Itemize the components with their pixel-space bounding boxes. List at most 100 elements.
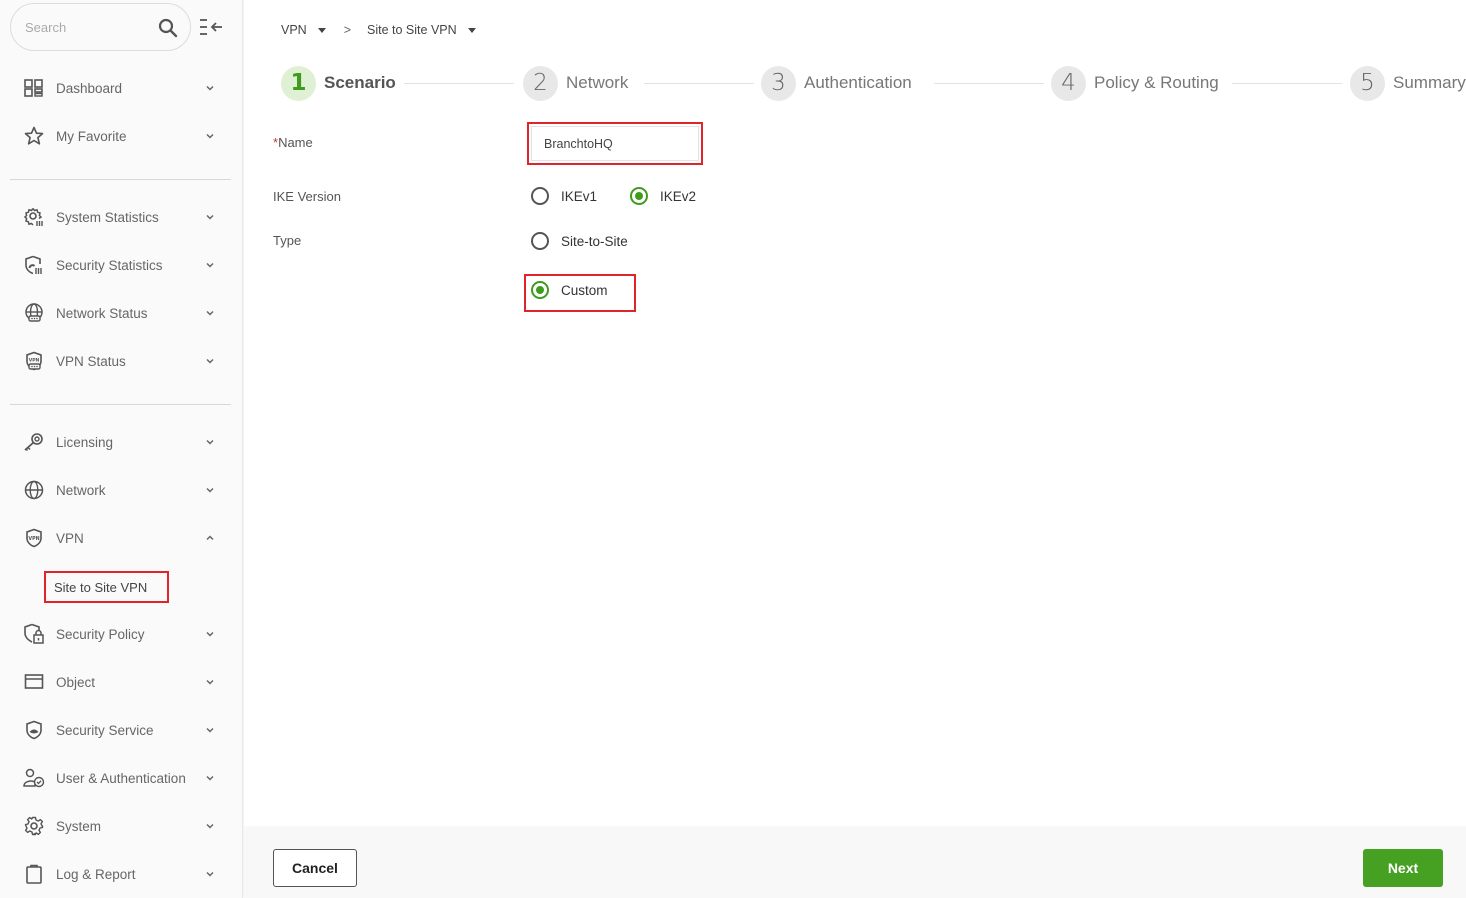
sidebar-divider bbox=[10, 404, 231, 405]
chevron-down-icon bbox=[206, 679, 214, 685]
cancel-button[interactable]: Cancel bbox=[273, 849, 357, 887]
main-content: VPN > Site to Site VPN 1 Scenario 2 Netw… bbox=[244, 0, 1466, 898]
chevron-down-icon bbox=[206, 214, 214, 220]
globe-icon bbox=[23, 479, 45, 501]
chevron-down-icon bbox=[206, 133, 214, 139]
security-service-icon bbox=[23, 719, 45, 741]
radio-ikev2[interactable]: IKEv2 bbox=[630, 187, 696, 205]
chevron-down-icon bbox=[206, 775, 214, 781]
sidebar-item-security-policy[interactable]: Security Policy bbox=[0, 614, 243, 654]
sidebar-item-security-statistics[interactable]: Security Statistics bbox=[0, 245, 243, 285]
wizard-step-summary: 5 Summary bbox=[1350, 65, 1466, 101]
sidebar-item-label: Log & Report bbox=[56, 866, 136, 882]
radio-label: IKEv2 bbox=[660, 188, 697, 204]
radio-custom[interactable]: Custom bbox=[531, 281, 608, 299]
radio-button[interactable] bbox=[630, 187, 648, 205]
collapse-sidebar-icon[interactable] bbox=[198, 16, 226, 38]
step-number: 1 bbox=[281, 65, 316, 101]
sidebar-item-label: Security Statistics bbox=[56, 257, 163, 273]
system-statistics-icon bbox=[23, 206, 45, 228]
step-number: 3 bbox=[761, 65, 796, 101]
breadcrumb-separator: > bbox=[343, 23, 352, 37]
key-icon bbox=[23, 431, 45, 453]
sidebar-item-label: My Favorite bbox=[56, 128, 127, 144]
name-label: *Name bbox=[273, 135, 313, 150]
wizard-step-policy-routing: 4 Policy & Routing bbox=[1051, 65, 1219, 101]
radio-site-to-site[interactable]: Site-to-Site bbox=[531, 232, 628, 250]
radio-button[interactable] bbox=[531, 232, 549, 250]
radio-ikev1[interactable]: IKEv1 bbox=[531, 187, 597, 205]
sidebar-item-licensing[interactable]: Licensing bbox=[0, 422, 243, 462]
chevron-down-icon bbox=[206, 310, 214, 316]
sidebar-item-label: Security Service bbox=[56, 722, 154, 738]
name-field-highlight bbox=[527, 122, 703, 165]
radio-label: IKEv1 bbox=[561, 188, 598, 204]
sidebar-item-label: Licensing bbox=[56, 434, 114, 450]
radio-button[interactable] bbox=[531, 281, 549, 299]
search-input[interactable] bbox=[25, 17, 145, 37]
sidebar-item-system[interactable]: System bbox=[0, 806, 243, 846]
sidebar-subitem-site-to-site-vpn[interactable]: Site to Site VPN bbox=[44, 571, 169, 603]
radio-label: Site-to-Site bbox=[561, 233, 628, 249]
search-box[interactable] bbox=[10, 3, 191, 51]
sidebar-divider bbox=[10, 179, 231, 180]
chevron-down-icon bbox=[206, 85, 214, 91]
breadcrumb: VPN > Site to Site VPN bbox=[281, 23, 476, 37]
svg-text:VPN: VPN bbox=[28, 536, 39, 542]
network-status-icon bbox=[23, 302, 45, 324]
step-connector bbox=[404, 83, 514, 84]
sidebar-item-network-status[interactable]: Network Status bbox=[0, 293, 243, 333]
user-auth-icon bbox=[23, 767, 45, 789]
caret-down-icon bbox=[467, 27, 476, 33]
wizard-footer: Cancel Next bbox=[244, 826, 1466, 898]
next-button[interactable]: Next bbox=[1363, 849, 1443, 887]
sidebar-item-label: Network Status bbox=[56, 305, 148, 321]
chevron-down-icon bbox=[206, 871, 214, 877]
sidebar-item-user-authentication[interactable]: User & Authentication bbox=[0, 758, 243, 798]
vpn-status-icon: VPN bbox=[23, 350, 45, 372]
svg-text:VPN: VPN bbox=[29, 358, 40, 364]
chevron-down-icon bbox=[206, 262, 214, 268]
sidebar-item-log-report[interactable]: Log & Report bbox=[0, 854, 243, 894]
search-icon[interactable] bbox=[157, 17, 179, 39]
sidebar-item-vpn-status[interactable]: VPN VPN Status bbox=[0, 341, 243, 381]
object-icon bbox=[23, 671, 45, 693]
chevron-down-icon bbox=[206, 487, 214, 493]
caret-down-icon bbox=[317, 27, 326, 33]
chevron-down-icon bbox=[206, 823, 214, 829]
vpn-shield-icon: VPN bbox=[23, 527, 45, 549]
chevron-down-icon bbox=[206, 631, 214, 637]
sidebar-item-label: System Statistics bbox=[56, 209, 159, 225]
sidebar-item-my-favorite[interactable]: My Favorite bbox=[0, 116, 243, 156]
sidebar-item-dashboard[interactable]: Dashboard bbox=[0, 68, 243, 108]
step-label: Policy & Routing bbox=[1094, 73, 1219, 92]
clipboard-icon bbox=[23, 863, 45, 885]
app-window: Dashboard My Favorite System Statistics bbox=[0, 0, 1466, 898]
wizard-step-authentication: 3 Authentication bbox=[761, 65, 912, 101]
radio-button[interactable] bbox=[531, 187, 549, 205]
radio-label: Custom bbox=[561, 282, 608, 298]
ike-version-label: IKE Version bbox=[273, 189, 341, 204]
sidebar-item-object[interactable]: Object bbox=[0, 662, 243, 702]
sidebar-item-system-statistics[interactable]: System Statistics bbox=[0, 197, 243, 237]
sidebar-item-label: Dashboard bbox=[56, 80, 123, 96]
star-icon bbox=[23, 125, 45, 147]
dashboard-icon bbox=[23, 77, 45, 99]
step-connector bbox=[644, 83, 754, 84]
name-input[interactable] bbox=[531, 126, 699, 161]
sidebar-subitem-label: Site to Site VPN bbox=[54, 579, 148, 595]
chevron-down-icon bbox=[206, 439, 214, 445]
breadcrumb-vpn[interactable]: VPN bbox=[281, 23, 326, 37]
breadcrumb-site-to-site-vpn[interactable]: Site to Site VPN bbox=[367, 23, 476, 37]
sidebar-item-network[interactable]: Network bbox=[0, 470, 243, 510]
gear-icon bbox=[23, 815, 45, 837]
sidebar-item-label: VPN bbox=[56, 530, 84, 546]
step-number: 2 bbox=[523, 65, 558, 101]
step-label: Authentication bbox=[804, 73, 912, 92]
sidebar-item-security-service[interactable]: Security Service bbox=[0, 710, 243, 750]
sidebar-item-vpn[interactable]: VPN VPN bbox=[0, 518, 243, 558]
wizard-step-scenario: 1 Scenario bbox=[281, 65, 396, 101]
step-connector bbox=[1232, 83, 1342, 84]
security-statistics-icon bbox=[23, 254, 45, 276]
sidebar-item-label: Network bbox=[56, 482, 106, 498]
